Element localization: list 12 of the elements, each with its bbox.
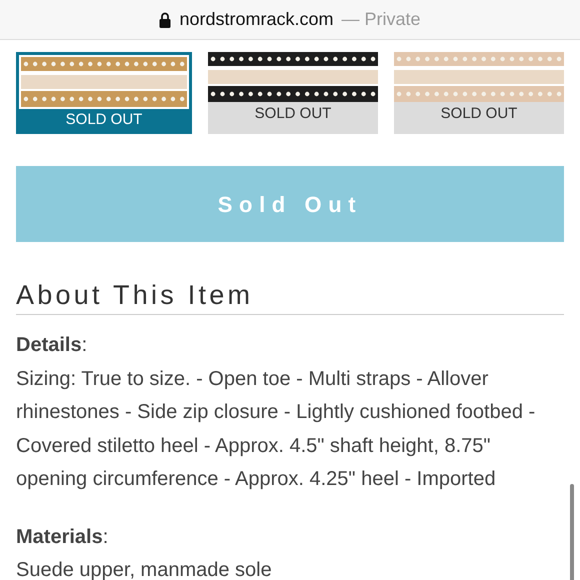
url-domain: nordstromrack.com — [179, 8, 334, 31]
color-swatch[interactable]: SOLD OUT — [394, 52, 564, 134]
detail-text: Sizing: True to size. - Open toe - Multi straps - Allover rhinestones - Side zip closure - Lightly cushioned footbed - Covered stiletto heel - Approx. 4.5" shaft height, 8.75" opening circumference - Approx. 4.25" heel - Imported — [16, 366, 536, 492]
detail-heading: Details: — [16, 333, 88, 358]
lock-icon — [159, 12, 172, 28]
address-bar[interactable]: nordstromrack.com — Private — [0, 0, 580, 40]
color-swatch[interactable]: SOLD OUT — [208, 52, 378, 134]
private-label: — Private — [342, 8, 421, 31]
detail-heading: Materials: — [16, 524, 110, 550]
color-swatch[interactable]: SOLD OUT — [16, 52, 192, 134]
detail-text: Suede upper, manmade sole — [16, 558, 273, 580]
section-title: About This Item — [16, 279, 254, 312]
